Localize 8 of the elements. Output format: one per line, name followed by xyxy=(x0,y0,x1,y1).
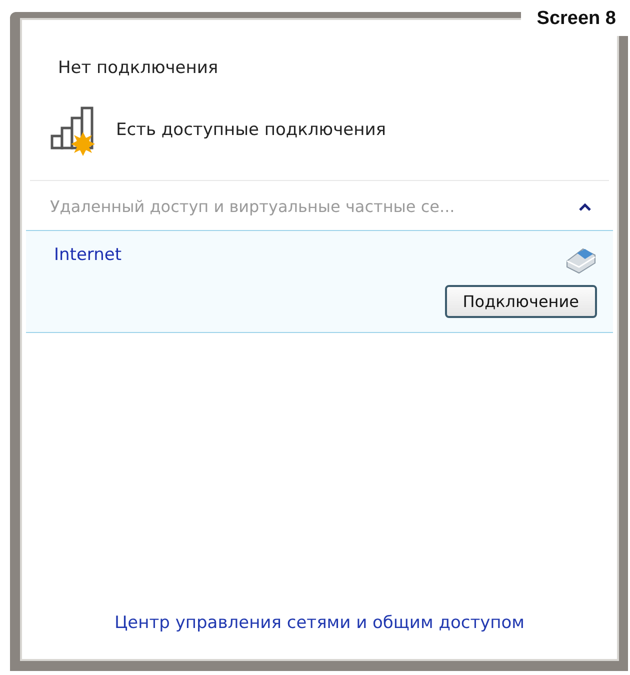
network-center-link[interactable]: Центр управления сетями и общим доступом xyxy=(114,613,525,659)
status-title: Нет подключения xyxy=(57,57,220,78)
section-title: Удаленный доступ и виртуальные частные се... xyxy=(50,197,455,216)
connect-button[interactable]: Подключение xyxy=(444,285,597,318)
connection-item[interactable]: Internet Подключение xyxy=(26,230,613,333)
connection-name: Internet xyxy=(54,245,122,265)
collapse-icon[interactable] xyxy=(579,202,591,210)
status-text: Есть доступные подключения xyxy=(116,120,386,140)
